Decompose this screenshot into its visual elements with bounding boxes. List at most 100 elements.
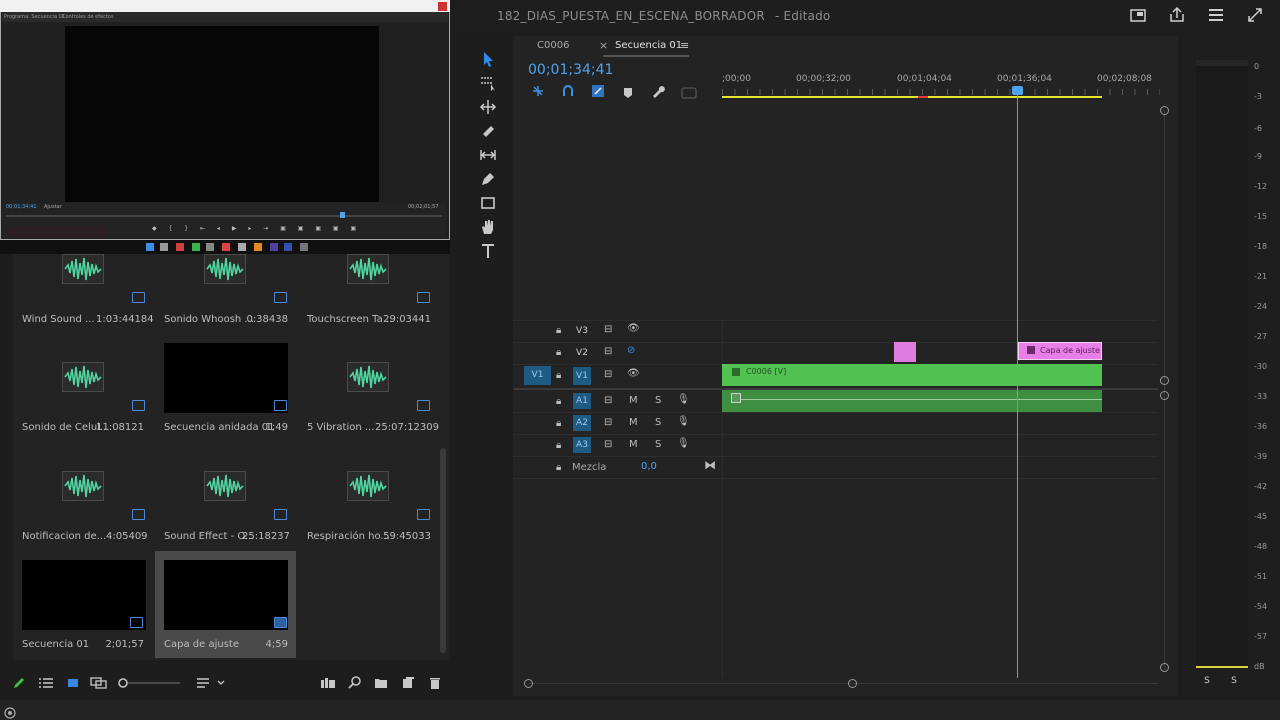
menu-icon[interactable]: [1206, 7, 1226, 25]
tab-c0006[interactable]: C0006: [537, 40, 569, 51]
sort-icon[interactable]: [196, 676, 226, 693]
type-tool-icon[interactable]: [476, 242, 500, 262]
monitor-scrubber[interactable]: [6, 215, 442, 217]
sync-lock-icon[interactable]: ⊟: [604, 439, 612, 450]
go-to-edge-icon[interactable]: ⧓: [704, 458, 716, 472]
wrench-icon[interactable]: [651, 83, 665, 102]
taskbar-app-icon[interactable]: [176, 243, 184, 251]
taskbar-app-icon[interactable]: [300, 243, 308, 251]
new-item-icon[interactable]: [401, 676, 415, 693]
audio-volume-line[interactable]: [735, 399, 1102, 400]
close-icon[interactable]: [438, 2, 447, 11]
list-view-icon[interactable]: [38, 676, 54, 693]
solo-button[interactable]: S: [655, 439, 661, 450]
taskbar-app-icon[interactable]: [192, 243, 200, 251]
mix-value[interactable]: 0,0: [641, 461, 657, 472]
linked-selection-icon[interactable]: [591, 83, 605, 102]
scroll-knob[interactable]: [848, 679, 857, 688]
meter-solo-right[interactable]: S: [1227, 676, 1241, 688]
timeline-timecode[interactable]: 00;01;34;41: [528, 62, 613, 78]
lock-icon[interactable]: 🔒︎: [556, 440, 561, 451]
monitor-fit[interactable]: Ajustar: [44, 204, 62, 210]
mute-button[interactable]: M: [629, 439, 638, 450]
eye-hidden-icon[interactable]: ⊘: [627, 345, 635, 356]
scroll-knob[interactable]: [1160, 663, 1169, 672]
playhead-line[interactable]: [1017, 92, 1018, 678]
nest-icon[interactable]: [531, 83, 545, 102]
trash-icon[interactable]: [428, 676, 442, 693]
taskbar-app-icon[interactable]: [270, 243, 278, 251]
sync-lock-icon[interactable]: ⊟: [604, 369, 612, 380]
sync-lock-icon[interactable]: ⊟: [604, 324, 612, 335]
transport-controls[interactable]: ◆ { } ⇤ ◂ ▶ ▸ ⇥ ▣ ▣ ▣ ▣ ▣: [152, 225, 361, 232]
sync-lock-icon[interactable]: ⊟: [604, 395, 612, 406]
zoom-slider[interactable]: [118, 677, 182, 692]
sync-lock-icon[interactable]: ⊟: [604, 346, 612, 357]
lock-icon[interactable]: 🔒︎: [556, 370, 561, 381]
scroll-knob[interactable]: [524, 679, 533, 688]
mic-icon[interactable]: 🎙︎: [677, 438, 690, 449]
pencil-icon[interactable]: [12, 676, 26, 693]
meter-solo-left[interactable]: S: [1200, 676, 1214, 688]
hand-tool-icon[interactable]: [476, 218, 500, 238]
taskbar-app-icon[interactable]: [238, 243, 246, 251]
lock-icon[interactable]: 🔒︎: [556, 418, 561, 429]
taskbar-app-icon[interactable]: [254, 243, 262, 251]
solo-button[interactable]: S: [655, 417, 661, 428]
icon-view-icon[interactable]: [66, 676, 80, 693]
close-icon[interactable]: ×: [599, 39, 608, 52]
track-label-v2[interactable]: V2: [573, 345, 591, 361]
keyframe-icon[interactable]: [731, 393, 741, 403]
solo-button[interactable]: S: [655, 395, 661, 406]
taskbar-app-icon[interactable]: [146, 243, 154, 251]
mic-icon[interactable]: 🎙︎: [677, 394, 690, 405]
playhead-handle[interactable]: [1012, 86, 1023, 95]
find-icon[interactable]: [348, 676, 362, 693]
captions-icon[interactable]: [681, 84, 697, 103]
rectangle-tool-icon[interactable]: [476, 194, 500, 214]
selection-tool-icon[interactable]: [476, 50, 500, 70]
tab-effect-controls[interactable]: Controles de efectos: [62, 14, 113, 20]
track-label-a2[interactable]: A2: [573, 415, 591, 431]
mic-icon[interactable]: 🎙︎: [677, 416, 690, 427]
scroll-knob[interactable]: [1160, 106, 1169, 115]
lock-icon[interactable]: 🔒︎: [556, 347, 561, 358]
sync-lock-icon[interactable]: ⊟: [604, 417, 612, 428]
work-area-bar[interactable]: [722, 96, 1102, 98]
tab-program[interactable]: Programa: Secuencia 01: [4, 14, 65, 20]
lock-icon[interactable]: 🔒︎: [556, 396, 561, 407]
new-bin-icon[interactable]: [374, 676, 388, 693]
adjustment-clip-small[interactable]: [894, 342, 916, 362]
add-marker-icon[interactable]: [622, 84, 634, 103]
share-icon[interactable]: [1128, 7, 1148, 25]
taskbar-app-icon[interactable]: [206, 243, 214, 251]
bin-scrollbar[interactable]: [440, 448, 446, 653]
track-label-v3[interactable]: V3: [573, 323, 591, 339]
eye-icon[interactable]: 👁︎: [627, 323, 640, 334]
track-label-a1[interactable]: A1: [573, 393, 591, 409]
scroll-knob[interactable]: [1160, 376, 1169, 385]
source-patch-v1[interactable]: V1: [524, 366, 551, 385]
taskbar-app-icon[interactable]: [222, 243, 230, 251]
audio-clip-a1[interactable]: [722, 390, 1102, 412]
eye-icon[interactable]: 👁︎: [627, 368, 640, 379]
slip-tool-icon[interactable]: [476, 146, 500, 166]
taskbar-app-icon[interactable]: [284, 243, 292, 251]
tab-secuencia-01[interactable]: Secuencia 01: [615, 40, 682, 51]
timeline-vertical-scrollbar[interactable]: [1164, 110, 1165, 670]
expand-icon[interactable]: [1245, 7, 1265, 25]
mute-button[interactable]: M: [629, 395, 638, 406]
scroll-knob[interactable]: [1160, 391, 1169, 400]
taskbar-app-icon[interactable]: [160, 243, 168, 251]
monitor-playhead[interactable]: [340, 212, 345, 218]
track-label-v1[interactable]: V1: [573, 367, 591, 385]
snap-magnet-icon[interactable]: [561, 83, 575, 102]
lock-icon[interactable]: 🔒︎: [556, 325, 561, 336]
tab-menu-icon[interactable]: ≡: [680, 39, 689, 52]
ruler-ticks[interactable]: [722, 89, 1160, 95]
lock-icon[interactable]: 🔒︎: [556, 462, 561, 473]
timeline-horizontal-scrollbar[interactable]: [528, 683, 1158, 684]
pen-tool-icon[interactable]: [476, 170, 500, 190]
freeform-view-icon[interactable]: [90, 676, 108, 693]
track-label-a3[interactable]: A3: [573, 437, 591, 453]
